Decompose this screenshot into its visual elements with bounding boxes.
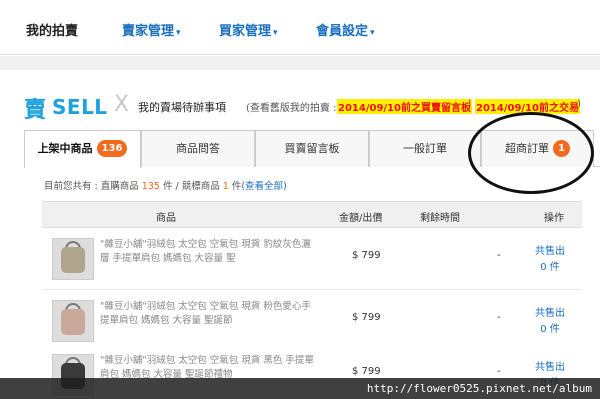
legacy-note-suffix: ) [577,99,581,110]
tab-label: 商品問答 [176,142,220,155]
bid-count: 1 [222,181,229,192]
tab-convenience-store-orders[interactable]: 超商訂單 1 [481,130,594,167]
tab-label: 超商訂單 [505,142,550,155]
product-thumbnail[interactable] [52,300,94,342]
chevron-down-icon: ▾ [370,28,375,38]
column-header-remaining-time: 剩餘時間 [420,213,460,224]
summary-suffix: 件 [231,181,242,192]
logo-separator: X [114,92,130,117]
table-row: "雜豆小舖"羽絨包 太空包 空氣包 現貨 粉色愛心手提單肩包 媽媽包 大容量 聖… [42,290,582,352]
view-all-link[interactable]: (查看全部) [241,181,286,192]
legacy-links-note: (查看舊版我的拍賣 : 2014/09/10前之買賣留言板 | 2014/09/… [246,99,581,114]
watermark-bar: http://flower0525.pixnet.net/album [0,378,600,399]
tab-label: 一般訂單 [403,142,447,155]
tab-bar: 上架中商品 136 商品問答 買賣留言板 一般訂單 超商訂單 1 [24,130,600,168]
sold-count-link[interactable]: 共售出 0 件 [534,244,566,276]
sold-count: 0 件 [540,262,560,273]
product-price: $ 799 [352,366,381,377]
direct-count: 135 [141,181,160,192]
nav-menu-member-settings[interactable]: 會員設定 ▾ [316,20,375,39]
summary-mid: 件 / 競標商品 [162,181,220,192]
page-title: 我的賣場待辦事項 [138,101,226,114]
tab-label: 上架中商品 [37,142,93,155]
tab-product-qa[interactable]: 商品問答 [141,130,255,167]
product-name-link[interactable]: "雜豆小舖"羽絨包 太空包 空氣包 現貨 粉色愛心手提單肩包 媽媽包 大容量 聖… [100,300,315,342]
remaining-time: - [497,250,501,261]
section-divider [0,56,600,70]
nav-menu-buyer[interactable]: 買家管理 ▾ [219,20,278,39]
nav-menu-label: 會員設定 [316,24,369,39]
sold-label: 共售出 [535,246,565,257]
legacy-transactions-link[interactable]: 2014/09/10前之交易 [475,99,580,114]
legacy-link-separator: | [468,99,472,110]
tab-general-orders[interactable]: 一般訂單 [369,130,481,167]
column-header-price: 金額/出價 [339,213,383,224]
tab-label: 買賣留言板 [284,142,340,155]
product-price: $ 799 [352,312,381,323]
table-row: "雜豆小舖"羽絨包 太空包 空氣包 現貨 豹紋灰色灑層 手提單肩包 媽媽包 大容… [42,228,582,290]
page-header: 賣 SELL X 我的賣場待辦事項 (查看舊版我的拍賣 : 2014/09/10… [0,70,600,130]
nav-menu-seller[interactable]: 賣家管理 ▾ [122,20,181,39]
remaining-time: - [497,312,501,323]
legacy-note-prefix: (查看舊版我的拍賣 : [246,103,337,114]
chevron-down-icon: ▾ [176,28,181,38]
listing-summary: 目前您共有 : 直購商品 135 件 / 競標商品 1 件(查看全部) [44,178,287,192]
chevron-down-icon: ▾ [273,28,278,38]
product-thumbnail[interactable] [52,238,94,280]
count-badge: 1 [553,140,570,157]
column-header-product: 商品 [156,213,176,224]
nav-menu-label: 賣家管理 [122,24,175,39]
top-nav: 我的拍賣 賣家管理 ▾ 買家管理 ▾ 會員設定 ▾ [0,0,600,55]
column-header-actions: 操作 [544,213,564,224]
sold-count: 0 件 [540,324,560,335]
sold-count-link[interactable]: 共售出 0 件 [534,306,566,338]
legacy-message-board-link[interactable]: 2014/09/10前之買賣留言板 [337,99,472,114]
sold-label: 共售出 [535,308,565,319]
tab-listed-items[interactable]: 上架中商品 136 [24,130,141,168]
sell-logo-en: SELL [52,95,108,119]
tab-message-board[interactable]: 買賣留言板 [255,130,369,167]
nav-brand-my-auction[interactable]: 我的拍賣 [26,20,78,39]
summary-prefix: 目前您共有 : 直購商品 [44,181,139,192]
product-name-link[interactable]: "雜豆小舖"羽絨包 太空包 空氣包 現貨 豹紋灰色灑層 手提單肩包 媽媽包 大容… [100,238,315,280]
product-price: $ 799 [352,250,381,261]
watermark-url: http://flower0525.pixnet.net/album [366,382,592,395]
count-badge: 136 [96,140,128,157]
nav-menu-label: 買家管理 [219,24,272,39]
table-header: 商品 金額/出價 剩餘時間 操作 [42,201,582,228]
sell-logo-zh: 賣 [24,98,47,123]
sold-label: 共售出 [535,362,565,373]
remaining-time: - [497,366,501,377]
